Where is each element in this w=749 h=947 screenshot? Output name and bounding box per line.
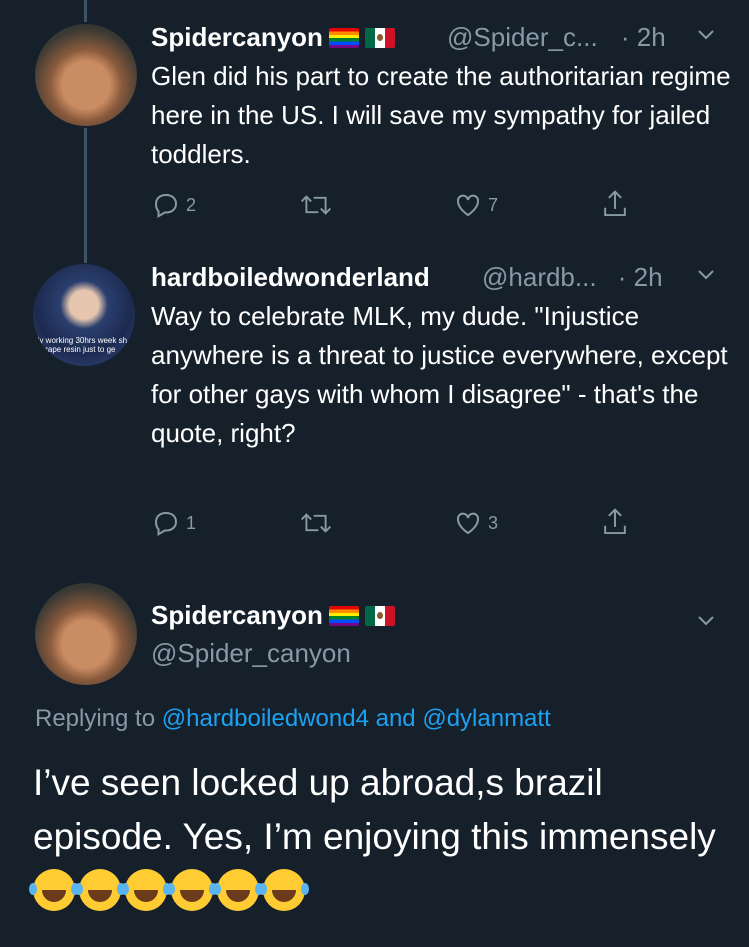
chevron-down-icon[interactable] — [694, 262, 718, 292]
thread-line-1 — [84, 128, 87, 263]
reply-count: 1 — [186, 512, 197, 533]
like-button[interactable]: 3 — [453, 508, 498, 538]
avatar[interactable] — [35, 24, 137, 126]
share-icon — [604, 190, 626, 217]
author-name[interactable]: hardboiledwonderland — [151, 262, 430, 293]
reply-button[interactable]: 2 — [151, 190, 196, 220]
replying-to: Replying to @hardboiledwond4 and @dylanm… — [35, 705, 551, 732]
like-count: 3 — [488, 512, 499, 533]
thread-line-top — [84, 0, 87, 22]
share-button[interactable] — [600, 506, 630, 538]
tweet-text: Way to celebrate MLK, my dude. "Injustic… — [151, 301, 728, 448]
mention-link[interactable]: @hardboiledwond4 — [162, 705, 369, 732]
like-count: 7 — [488, 194, 499, 215]
share-icon — [604, 508, 626, 535]
reply-icon — [154, 511, 178, 537]
mexico-flag-icon — [364, 28, 395, 48]
rainbow-flag-icon — [328, 28, 359, 48]
tears-of-joy-emoji-icon — [259, 869, 305, 911]
reply-count: 2 — [186, 194, 197, 215]
like-button[interactable]: 7 — [453, 190, 498, 220]
emoji-row — [29, 869, 309, 911]
avatar[interactable] — [35, 583, 137, 685]
chevron-down-icon[interactable] — [694, 608, 718, 638]
tears-of-joy-emoji-icon — [167, 869, 213, 911]
retweet-icon — [300, 513, 332, 533]
mexico-flag-icon — [364, 606, 395, 626]
author-handle[interactable]: @Spider_c... · 2h — [447, 22, 666, 53]
author-handle[interactable]: @hardb... · 2h — [482, 262, 663, 293]
tears-of-joy-emoji-icon — [29, 869, 75, 911]
chevron-down-icon[interactable] — [694, 22, 718, 52]
heart-icon — [456, 194, 480, 217]
reply-icon — [154, 193, 178, 219]
share-button[interactable] — [600, 188, 630, 220]
retweet-button[interactable] — [298, 190, 334, 220]
tweet-text: Glen did his part to create the authorit… — [151, 61, 731, 169]
mention-link[interactable]: @dylanmatt — [422, 705, 550, 732]
retweet-icon — [300, 195, 332, 215]
author-name[interactable]: Spidercanyon — [151, 22, 395, 53]
rainbow-flag-icon — [328, 606, 359, 626]
retweet-button[interactable] — [298, 508, 334, 538]
author-handle[interactable]: @Spider_canyon — [151, 638, 351, 669]
timestamp: · 2h — [617, 262, 663, 292]
avatar[interactable]: dy working 30hrs week sh scrape resin ju… — [33, 264, 135, 366]
reply-button[interactable]: 1 — [151, 508, 196, 538]
heart-icon — [456, 512, 480, 535]
tweet-text: I’ve seen locked up abroad,s brazil epis… — [29, 756, 733, 918]
tears-of-joy-emoji-icon — [213, 869, 259, 911]
tears-of-joy-emoji-icon — [75, 869, 121, 911]
timestamp: · 2h — [620, 22, 666, 52]
avatar-caption: dy working 30hrs week sh scrape resin ju… — [35, 336, 128, 354]
tears-of-joy-emoji-icon — [121, 869, 167, 911]
author-name[interactable]: Spidercanyon — [151, 600, 395, 631]
